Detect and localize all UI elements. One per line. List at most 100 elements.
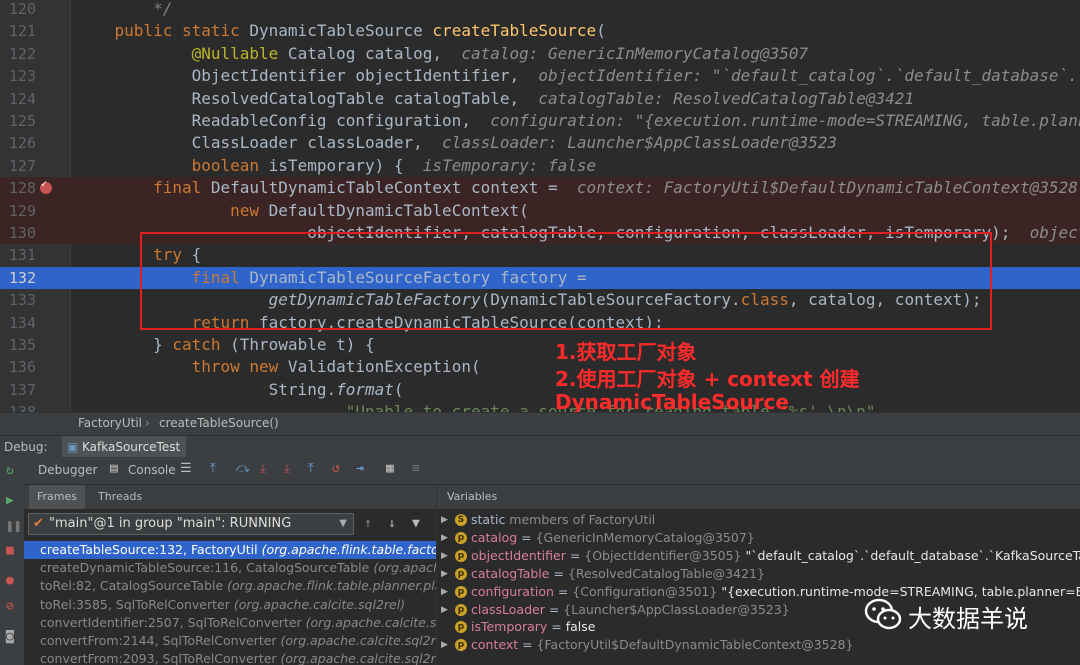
code-token: */ xyxy=(76,0,173,18)
expand-icon[interactable]: ▶ xyxy=(441,565,448,583)
code-text: ObjectIdentifier objectIdentifier, objec… xyxy=(76,65,1080,87)
expand-icon[interactable]: ▶ xyxy=(441,547,448,565)
code-line[interactable]: 121 public static DynamicTableSource cre… xyxy=(0,20,1080,42)
code-token: catalog: GenericInMemoryCatalog@3507 xyxy=(461,43,809,63)
breakpoint-icon[interactable] xyxy=(40,179,52,195)
run-to-cursor-icon[interactable]: ⇥ xyxy=(356,461,364,476)
trace-icon[interactable]: ≡ xyxy=(412,461,420,476)
step-out-icon[interactable]: ⤒ xyxy=(308,461,314,476)
code-editor[interactable]: 120 */121 public static DynamicTableSour… xyxy=(0,0,1080,412)
code-token: objectId xyxy=(1029,223,1080,242)
code-line[interactable]: 129 new DefaultDynamicTableContext( xyxy=(0,199,1080,222)
stack-frame[interactable]: toRel:3585, SqlToRelConverter (org.apach… xyxy=(24,596,436,614)
code-line[interactable]: 124 ResolvedCatalogTable catalogTable, c… xyxy=(0,88,1080,110)
variable-type: {FactoryUtil$DefaultDynamicTableContext@… xyxy=(536,637,854,653)
variable-row[interactable]: ▶ p catalog = {GenericInMemoryCatalog@3507… xyxy=(437,529,1080,547)
stack-frame[interactable]: createDynamicTableSource:116, CatalogSou… xyxy=(24,559,436,577)
annotation-line-2: 2.使用工厂对象 + context 创建 xyxy=(555,367,860,391)
step-over-icon[interactable]: ⤼ xyxy=(236,461,250,476)
breadcrumb-method[interactable]: createTableSource() xyxy=(159,416,279,430)
code-line[interactable]: 136 throw new ValidationException( xyxy=(0,356,1080,378)
line-number: 123 xyxy=(8,67,36,86)
stack-frame[interactable]: convertIdentifier:2507, SqlToRelConverte… xyxy=(24,614,436,632)
code-line[interactable]: 120 */ xyxy=(0,0,1080,20)
filter-icon[interactable]: ▼ xyxy=(412,516,420,531)
code-token: format xyxy=(336,379,394,399)
force-step-into-icon[interactable]: ⤓ xyxy=(284,461,290,476)
frame-method: toRel:82, CatalogSourceTable xyxy=(40,578,228,594)
thread-selector[interactable]: ✔ "main"@1 in group "main": RUNNING ▼ xyxy=(28,513,354,535)
code-token: throw new xyxy=(191,357,279,377)
code-token: catch xyxy=(172,335,221,354)
code-line[interactable]: 135 } catch (Throwable t) { xyxy=(0,334,1080,356)
pause-icon[interactable]: ❚❚ xyxy=(6,519,22,534)
step-into-icon[interactable]: ⤓ xyxy=(260,461,266,476)
code-token: ClassLoader classLoader, xyxy=(76,133,443,153)
evaluate-expression-icon[interactable]: ▦ xyxy=(386,461,394,476)
stack-frame[interactable]: convertFrom:2144, SqlToRelConverter (org… xyxy=(24,632,436,650)
drop-frame-icon[interactable]: ↺ xyxy=(332,461,340,476)
check-icon: ✔ xyxy=(33,516,44,531)
code-text: String.format( xyxy=(76,379,404,401)
expand-icon[interactable]: ▶ xyxy=(441,511,448,529)
variable-name: classLoader xyxy=(471,601,545,617)
code-line[interactable]: 127 boolean isTemporary) { isTemporary: … xyxy=(0,155,1080,177)
variable-row[interactable]: ▶ Sstatic members of FactoryUtil xyxy=(437,511,1080,529)
tab-console[interactable]: Console xyxy=(128,463,176,477)
code-token: context: FactoryUtil$DefaultDynamicTable… xyxy=(576,178,1078,198)
variable-name: isTemporary xyxy=(471,619,548,635)
line-number: 122 xyxy=(8,44,36,63)
code-token: DynamicTableSource xyxy=(249,21,433,41)
variable-name: configuration xyxy=(471,583,554,599)
expand-icon[interactable]: ▶ xyxy=(441,601,448,619)
breadcrumb: FactoryUtil › createTableSource() xyxy=(0,412,1080,435)
variable-name: context xyxy=(471,637,519,653)
highlight-box xyxy=(140,232,992,330)
arrow-up-icon[interactable]: ↑ xyxy=(364,516,372,531)
code-line[interactable]: 126 ClassLoader classLoader, classLoader… xyxy=(0,132,1080,154)
expand-icon[interactable]: ▶ xyxy=(441,529,448,547)
debug-session-tab[interactable]: KafkaSourceTest xyxy=(62,436,187,458)
variable-row[interactable]: ▶ p catalogTable = {ResolvedCatalogTable@3… xyxy=(437,565,1080,583)
variable-row[interactable]: ▶ p objectIdentifier = {ObjectIdentifier@3… xyxy=(437,547,1080,565)
stack-frame[interactable]: createTableSource:132, FactoryUtil (org.… xyxy=(24,541,436,559)
code-token: isTemporary) { xyxy=(259,155,423,175)
tab-frames[interactable]: Frames xyxy=(29,485,86,509)
code-line[interactable]: 122 @Nullable Catalog catalog, catalog: … xyxy=(0,43,1080,65)
stack-frame[interactable]: convertFrom:2093, SqlToRelConverter (org… xyxy=(24,650,436,665)
static-field-icon: S xyxy=(455,514,467,526)
camera-icon[interactable]: ◙ xyxy=(6,629,14,644)
code-token: catalogTable: ResolvedCatalogTable@3421 xyxy=(538,88,915,108)
line-number: 130 xyxy=(8,224,36,242)
resume-icon[interactable]: ▶ xyxy=(6,493,14,508)
code-line[interactable]: 137 String.format( xyxy=(0,379,1080,401)
menu-icon[interactable]: ☰ xyxy=(180,461,192,476)
expand-icon[interactable]: ▶ xyxy=(441,636,448,654)
code-line[interactable]: 125 ReadableConfig configuration, config… xyxy=(0,110,1080,132)
rerun-icon[interactable]: ↻ xyxy=(6,463,14,478)
arrow-down-icon[interactable]: ↓ xyxy=(388,516,396,531)
tab-threads[interactable]: Threads xyxy=(98,490,142,503)
code-token: DefaultDynamicTableContext context = xyxy=(201,178,577,198)
variable-name: catalogTable xyxy=(471,565,550,581)
code-line[interactable]: 128 final DefaultDynamicTableContext con… xyxy=(0,177,1080,200)
code-line[interactable]: 138 "Unable to create a source for readi… xyxy=(0,401,1080,412)
show-execution-point-icon[interactable]: ⤒ xyxy=(210,461,216,476)
variable-row[interactable]: ▶ p context = {FactoryUtil$DefaultDynamicT… xyxy=(437,636,1080,654)
line-number: 124 xyxy=(8,89,36,108)
tab-debugger[interactable]: Debugger xyxy=(38,463,97,477)
view-breakpoints-icon[interactable]: ● xyxy=(6,573,14,588)
breadcrumb-class[interactable]: FactoryUtil xyxy=(78,416,142,430)
code-line[interactable]: 123 ObjectIdentifier objectIdentifier, o… xyxy=(0,65,1080,87)
variable-row[interactable]: ▶ p configuration = {Configuration@3501} "… xyxy=(437,583,1080,601)
stack-frame[interactable]: toRel:82, CatalogSourceTable (org.apache… xyxy=(24,577,436,595)
line-number: 127 xyxy=(8,156,36,175)
code-token: configuration: "{execution.runtime-mode=… xyxy=(490,111,1080,130)
code-token: final xyxy=(153,178,202,198)
expand-icon[interactable]: ▶ xyxy=(441,583,448,601)
stop-icon[interactable]: ■ xyxy=(6,543,14,558)
variable-value: "`default_catalog`.`default_database`.`K… xyxy=(741,547,1080,563)
mute-breakpoints-icon[interactable]: ⊘ xyxy=(6,599,14,614)
